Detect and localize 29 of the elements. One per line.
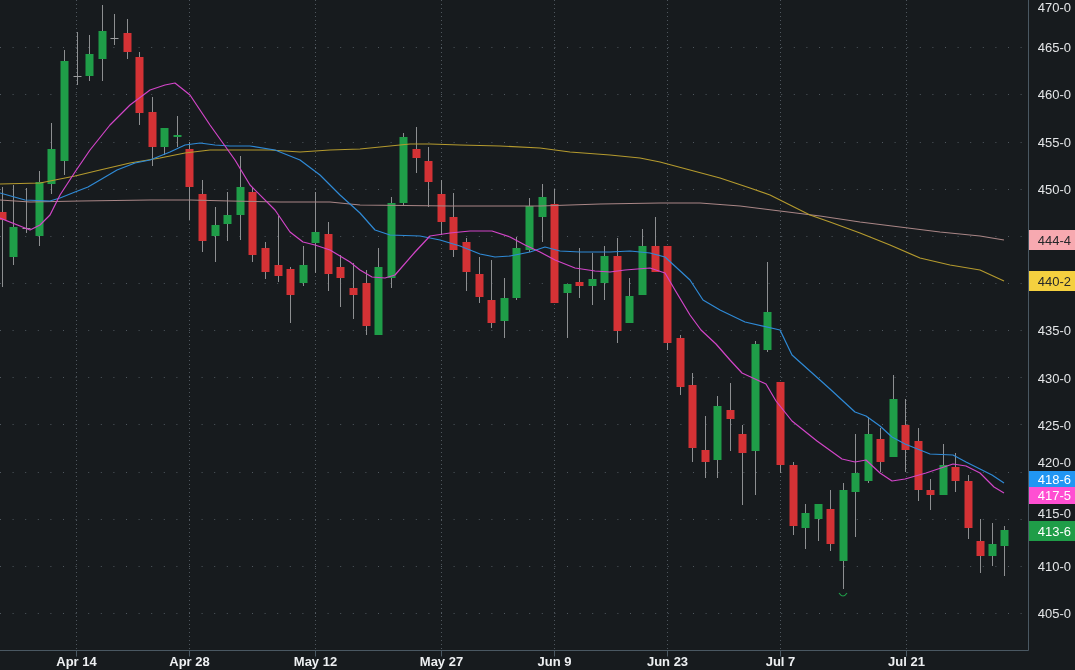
date-axis-label: Jul 7 bbox=[765, 654, 796, 669]
price-axis-label: 465-0 bbox=[1037, 39, 1071, 55]
price-axis-label: 420-0 bbox=[1037, 454, 1071, 470]
price-axis-label: 450-0 bbox=[1037, 181, 1071, 197]
price-tag: 417-5 bbox=[1029, 487, 1075, 504]
price-axis-label: 410-0 bbox=[1037, 558, 1071, 574]
date-axis-label: Jun 23 bbox=[646, 654, 689, 669]
price-tag: 418-6 bbox=[1029, 471, 1075, 487]
price-axis-label: 460-0 bbox=[1037, 86, 1071, 102]
doji-candle bbox=[22, 187, 31, 234]
price-tag: 440-2 bbox=[1029, 271, 1075, 291]
price-axis-label: 435-0 bbox=[1037, 322, 1071, 338]
price-tag: 444-4 bbox=[1029, 230, 1075, 250]
date-axis-label: Jun 9 bbox=[537, 654, 572, 669]
doji-candle bbox=[73, 31, 82, 86]
price-axis-label: 405-0 bbox=[1037, 605, 1071, 621]
date-axis-label: Jul 21 bbox=[888, 654, 925, 669]
date-axis-label: Apr 28 bbox=[169, 654, 210, 669]
price-axis-label: 415-0 bbox=[1037, 505, 1071, 521]
price-tag: 413-6 bbox=[1029, 521, 1075, 541]
price-axis-label: 470-0 bbox=[1037, 0, 1071, 15]
low-marker-icon bbox=[838, 592, 848, 597]
date-axis-label: Apr 14 bbox=[56, 654, 97, 669]
doji-candle bbox=[110, 13, 119, 46]
price-axis-label: 425-0 bbox=[1037, 417, 1071, 433]
price-axis-label: 430-0 bbox=[1037, 370, 1071, 386]
date-axis-label: May 27 bbox=[419, 654, 464, 669]
date-axis-label: May 12 bbox=[293, 654, 338, 669]
price-axis-label: 455-0 bbox=[1037, 134, 1071, 150]
